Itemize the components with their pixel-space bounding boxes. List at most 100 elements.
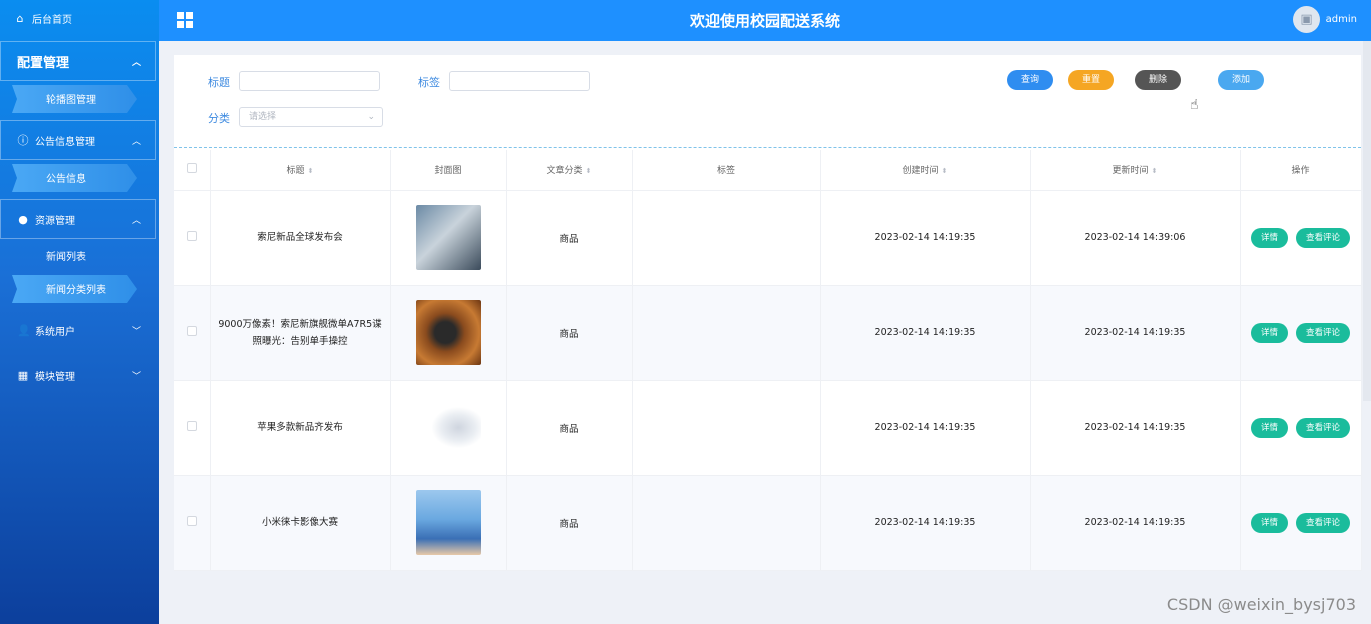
col-title-label: 标题 (286, 166, 305, 177)
row-updated: 2023-02-14 14:19:35 (1030, 285, 1241, 381)
sidebar-group-modules[interactable]: ▦ 模块管理 ﹀ (0, 355, 156, 395)
view-comments-button[interactable]: 查看评论 (1296, 512, 1351, 533)
table-row: 9000万像素！索尼新旗舰微单A7R5谍照曝光：告别单手操控 商品 2023-0… (174, 285, 1362, 381)
page-title: 欢迎使用校园配送系统 (689, 12, 840, 30)
col-updated[interactable]: 更新时间 ⬍ (1030, 150, 1241, 191)
grid-icon: ▦ (17, 368, 29, 382)
row-updated: 2023-02-14 14:19:35 (1030, 475, 1241, 571)
title-filter-input[interactable] (239, 71, 380, 91)
row-actions-cell: 详情 查看评论 (1240, 285, 1362, 381)
cover-image[interactable] (415, 205, 481, 270)
select-all-cell (174, 150, 211, 191)
row-tag (632, 380, 821, 476)
row-tag (632, 285, 821, 381)
scrollbar[interactable] (1363, 41, 1371, 401)
query-button[interactable]: 查询 (1007, 70, 1053, 90)
row-created: 2023-02-14 14:19:35 (820, 190, 1031, 286)
sidebar-group-users[interactable]: 👤 系统用户 ﹀ (0, 310, 156, 350)
table-row: 苹果多款新品齐发布 商品 2023-02-14 14:19:35 2023-02… (174, 380, 1362, 476)
col-category[interactable]: 文章分类 ⬍ (506, 150, 633, 191)
row-checkbox[interactable] (186, 421, 197, 431)
divider (174, 147, 1361, 148)
col-category-label: 文章分类 (546, 166, 583, 177)
sort-icon[interactable]: ⬍ (308, 167, 314, 175)
sort-icon[interactable]: ⬍ (1152, 167, 1158, 175)
table-row: 索尼新品全球发布会 商品 2023-02-14 14:19:35 2023-02… (174, 190, 1362, 286)
col-actions-label: 操作 (1291, 166, 1310, 177)
user-icon: 👤 (17, 323, 31, 337)
news-table: 标题 ⬍ 封面图 文章分类 ⬍ 标签 创建时间 ⬍ 更新时间 ⬍ 操作 索尼新品全球发布… (174, 150, 1362, 571)
row-actions-cell: 详情 查看评论 (1240, 475, 1362, 571)
row-updated: 2023-02-14 14:19:35 (1030, 380, 1241, 476)
chevron-down-icon: ﹀ (131, 327, 141, 337)
view-comments-button[interactable]: 查看评论 (1296, 227, 1351, 248)
row-title: 小米徕卡影像大赛 (210, 475, 391, 571)
tag-filter-input[interactable] (449, 71, 590, 91)
view-comments-button[interactable]: 查看评论 (1296, 417, 1351, 438)
row-select-cell (174, 380, 211, 476)
col-tag-label: 标签 (716, 166, 735, 177)
sort-icon[interactable]: ⬍ (586, 167, 592, 175)
sidebar-group-resource-label: 资源管理 (35, 215, 75, 227)
category-filter-label: 分类 (208, 112, 230, 125)
sidebar-item-news-list-label: 新闻列表 (46, 251, 86, 263)
sidebar-group-resource[interactable]: ● 资源管理 ︿ (0, 199, 156, 239)
watermark: CSDN @weixin_bysj703 (1166, 595, 1356, 614)
sidebar-group-notice[interactable]: ⓘ 公告信息管理 ︿ (0, 120, 156, 160)
sidebar-home[interactable]: ⌂ 后台首页 (0, 0, 159, 36)
col-created[interactable]: 创建时间 ⬍ (820, 150, 1031, 191)
tag-filter-label: 标签 (418, 76, 440, 89)
select-all-checkbox[interactable] (186, 163, 197, 174)
sidebar-group-modules-label: 模块管理 (35, 371, 75, 383)
cover-image[interactable] (415, 395, 481, 460)
detail-button[interactable]: 详情 (1250, 417, 1288, 438)
chevron-down-icon: ﹀ (131, 372, 141, 382)
sidebar-group-config-label: 配置管理 (17, 55, 70, 71)
row-updated: 2023-02-14 14:39:06 (1030, 190, 1241, 286)
col-updated-label: 更新时间 (1112, 166, 1149, 177)
row-category: 商品 (506, 380, 633, 476)
row-checkbox[interactable] (186, 516, 197, 526)
col-cover: 封面图 (390, 150, 507, 191)
sidebar: ⌂ 后台首页 配置管理 ︿ 轮播图管理 ⓘ 公告信息管理 ︿ 公告信息 ● 资源… (0, 0, 159, 624)
cover-image[interactable] (415, 300, 481, 365)
row-actions-cell: 详情 查看评论 (1240, 190, 1362, 286)
sidebar-item-banner[interactable]: 轮播图管理 (0, 81, 159, 115)
image-icon: ▣ (1300, 12, 1313, 27)
detail-button[interactable]: 详情 (1250, 322, 1288, 343)
table-row: 小米徕卡影像大赛 商品 2023-02-14 14:19:35 2023-02-… (174, 475, 1362, 571)
reset-button[interactable]: 重置 (1068, 70, 1114, 90)
sidebar-item-notice-label: 公告信息 (46, 173, 86, 185)
location-pin-icon: ● (18, 212, 28, 226)
col-actions: 操作 (1240, 150, 1362, 191)
add-button[interactable]: 添加 (1218, 70, 1264, 90)
avatar[interactable]: ▣ (1293, 6, 1320, 33)
row-checkbox[interactable] (186, 231, 197, 241)
detail-button[interactable]: 详情 (1250, 512, 1288, 533)
sidebar-group-users-label: 系统用户 (35, 326, 75, 338)
cover-image[interactable] (415, 490, 481, 555)
col-cover-label: 封面图 (434, 166, 462, 177)
detail-button[interactable]: 详情 (1250, 227, 1288, 248)
sort-icon[interactable]: ⬍ (942, 167, 948, 175)
row-cover-cell (390, 190, 507, 286)
category-select[interactable]: 请选择 ⌄ (239, 107, 383, 127)
row-title: 索尼新品全球发布会 (210, 190, 391, 286)
col-tag: 标签 (632, 150, 821, 191)
row-category: 商品 (506, 190, 633, 286)
pointer-cursor-icon: ☝ (1190, 97, 1199, 113)
col-title[interactable]: 标题 ⬍ (210, 150, 391, 191)
chevron-up-icon: ︿ (131, 137, 141, 147)
sidebar-item-news-category[interactable]: 新闻分类列表 (0, 271, 159, 305)
row-select-cell (174, 190, 211, 286)
row-checkbox[interactable] (186, 326, 197, 336)
user-name[interactable]: admin (1326, 14, 1357, 25)
delete-button[interactable]: 删除 (1135, 70, 1181, 90)
sidebar-group-config[interactable]: 配置管理 ︿ (0, 41, 156, 81)
sidebar-item-news-category-label: 新闻分类列表 (46, 284, 106, 296)
sidebar-group-notice-label: 公告信息管理 (35, 136, 95, 148)
row-tag (632, 190, 821, 286)
view-comments-button[interactable]: 查看评论 (1296, 322, 1351, 343)
sidebar-item-notice[interactable]: 公告信息 (0, 160, 159, 194)
sidebar-item-news-list[interactable]: 新闻列表 (0, 239, 159, 271)
